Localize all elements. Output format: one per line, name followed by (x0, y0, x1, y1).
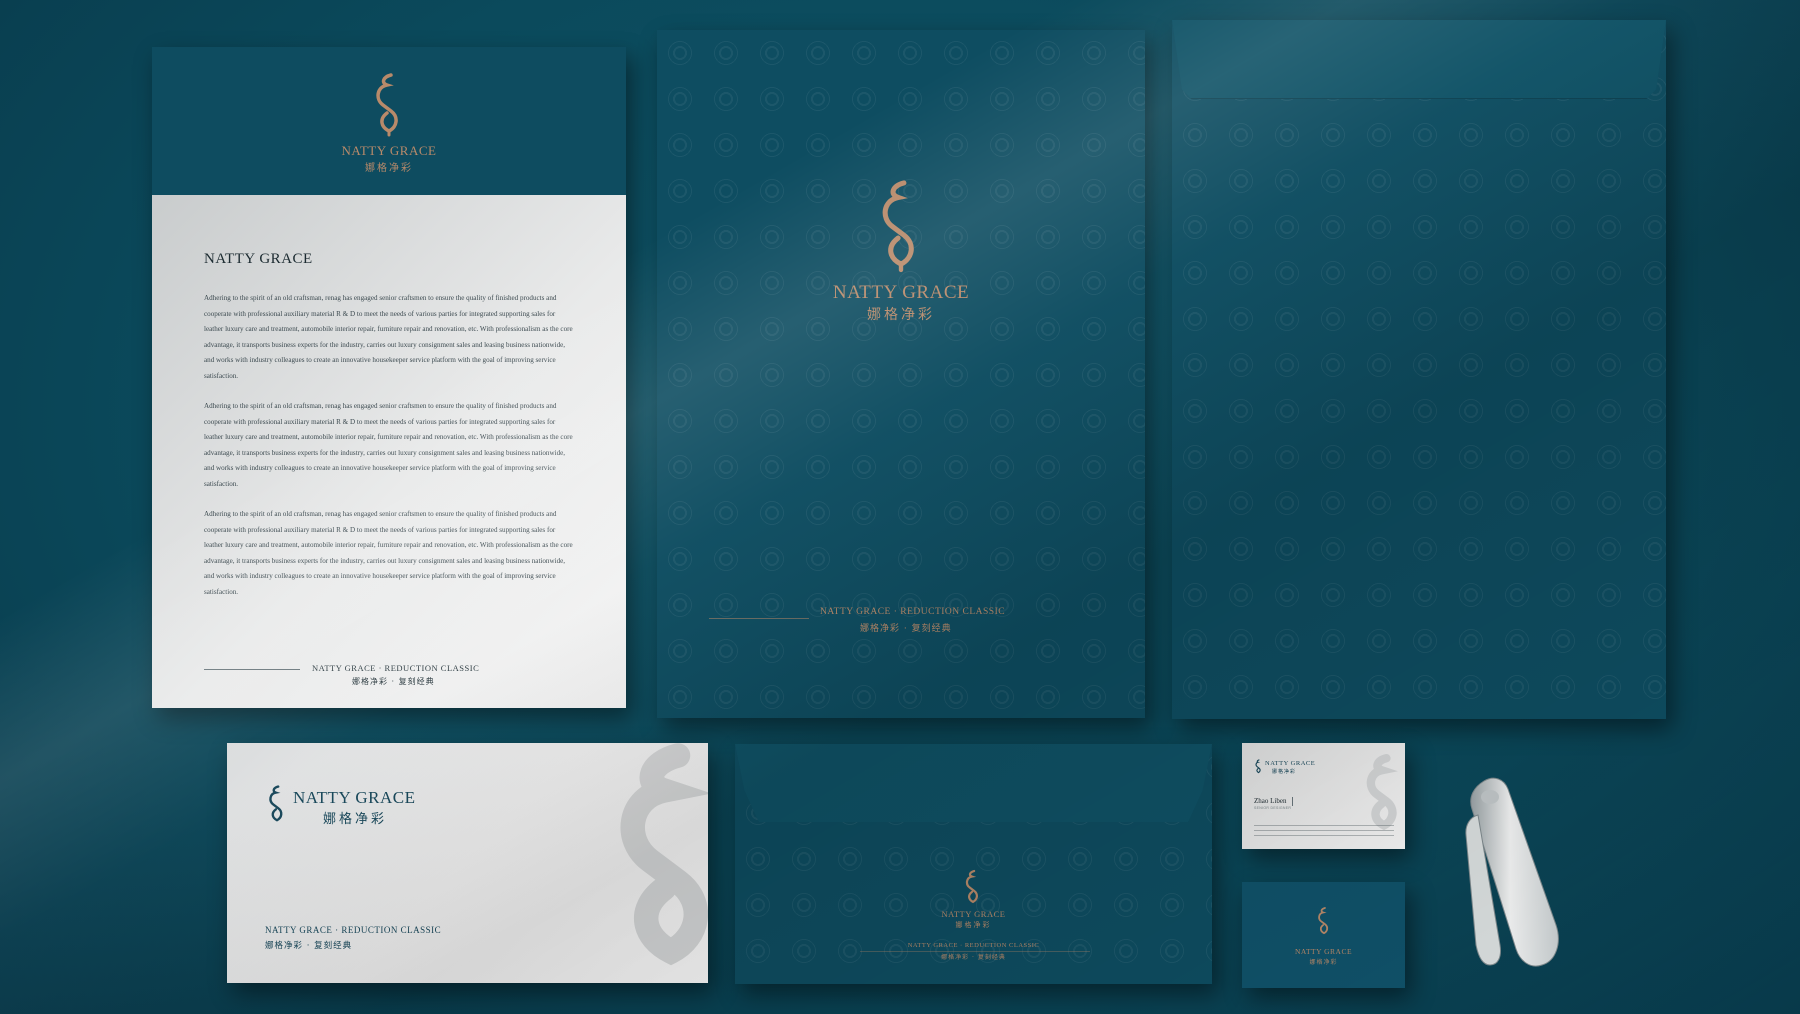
teal-envelope-brand-name: NATTY GRACE (941, 909, 1006, 919)
card-brand-name: NATTY GRACE (1265, 760, 1316, 767)
presentation-folder: NATTY GRACE 娜格净彩 NATTY GRACE · REDUCTION… (657, 30, 1145, 718)
business-card-back: NATTY GRACE 娜格净彩 (1242, 882, 1405, 988)
card-back-brand-name: NATTY GRACE (1294, 947, 1353, 956)
folder-footer-rule (709, 618, 809, 619)
folder-footer-tagline: NATTY GRACE · REDUCTION CLASSIC (820, 607, 1006, 617)
letterhead-footer-rule (204, 669, 300, 670)
teal-envelope-brand-name-cn: 娜格净彩 (955, 921, 992, 929)
large-envelope (1172, 20, 1666, 719)
stapler-icon (1465, 777, 1559, 967)
folder-footer-tagline-cn: 娜格净彩 · 复刻经典 (860, 624, 952, 634)
white-envelope-brand-name-cn: 娜格净彩 (323, 812, 388, 827)
letterhead-footer-tagline: NATTY GRACE · REDUCTION CLASSIC (312, 663, 480, 673)
natty-grace-logo-icon (965, 869, 978, 904)
letterhead-paragraph-3: Adhering to the spirit of an old craftsm… (204, 510, 573, 596)
letterhead-brand-name: NATTY GRACE (341, 143, 437, 158)
white-envelope-brand-name: NATTY GRACE (293, 788, 416, 807)
teal-envelope-flap (735, 744, 1212, 822)
natty-grace-logo-icon (1318, 907, 1329, 935)
letterhead-paragraph-1: Adhering to the spirit of an old craftsm… (204, 294, 573, 380)
letterhead-footer-tagline-cn: 娜格净彩 · 复刻经典 (352, 677, 435, 686)
letterhead-header: NATTY GRACE 娜格净彩 (152, 47, 626, 195)
teal-envelope-tagline: NATTY GRACE · REDUCTION CLASSIC (907, 942, 1040, 949)
stationery-mockup-scene: NATTY GRACE 娜格净彩 NATTY GRACE Adhering to… (0, 0, 1800, 1014)
white-envelope-tagline-cn: 娜格净彩 · 复刻经典 (265, 941, 353, 951)
white-envelope-tagline: NATTY GRACE · REDUCTION CLASSIC (265, 925, 442, 935)
letterhead-body: NATTY GRACE Adhering to the spirit of an… (152, 195, 626, 708)
letterhead-sheet: NATTY GRACE 娜格净彩 NATTY GRACE Adhering to… (152, 47, 626, 708)
letterhead-brand-name-cn: 娜格净彩 (365, 163, 413, 174)
card-divider (1292, 797, 1293, 806)
card-brand-name-cn: 娜格净彩 (1272, 769, 1297, 775)
card-person-title: SENIOR DESIGNER (1254, 806, 1292, 810)
natty-grace-logo-icon (1255, 759, 1261, 774)
business-card-front: NATTY GRACE 娜格净彩 Zhao Liben SENIOR DESIG… (1242, 743, 1405, 849)
natty-grace-logo-icon (269, 785, 283, 822)
white-envelope: NATTY GRACE 娜格净彩 NATTY GRACE · REDUCTION… (227, 743, 708, 983)
folder-brand-name-cn: 娜格净彩 (867, 307, 935, 323)
natty-grace-logo-icon (376, 73, 398, 137)
natty-grace-logo-icon (620, 743, 708, 966)
card-back-brand-name-cn: 娜格净彩 (1309, 959, 1338, 966)
folder-brand-name: NATTY GRACE (832, 282, 970, 303)
letterhead-paragraph-2: Adhering to the spirit of an old craftsm… (204, 402, 573, 488)
large-envelope-flap (1172, 20, 1666, 99)
letterhead-title: NATTY GRACE (204, 251, 313, 267)
card-contact-lines (1254, 825, 1394, 837)
card-person-name: Zhao Liben (1254, 797, 1287, 805)
natty-grace-logo-icon (882, 180, 914, 273)
teal-envelope-tagline-cn: 娜格净彩 · 复刻经典 (941, 954, 1006, 961)
teal-envelope: NATTY GRACE 娜格净彩 NATTY GRACE · REDUCTION… (735, 744, 1212, 984)
